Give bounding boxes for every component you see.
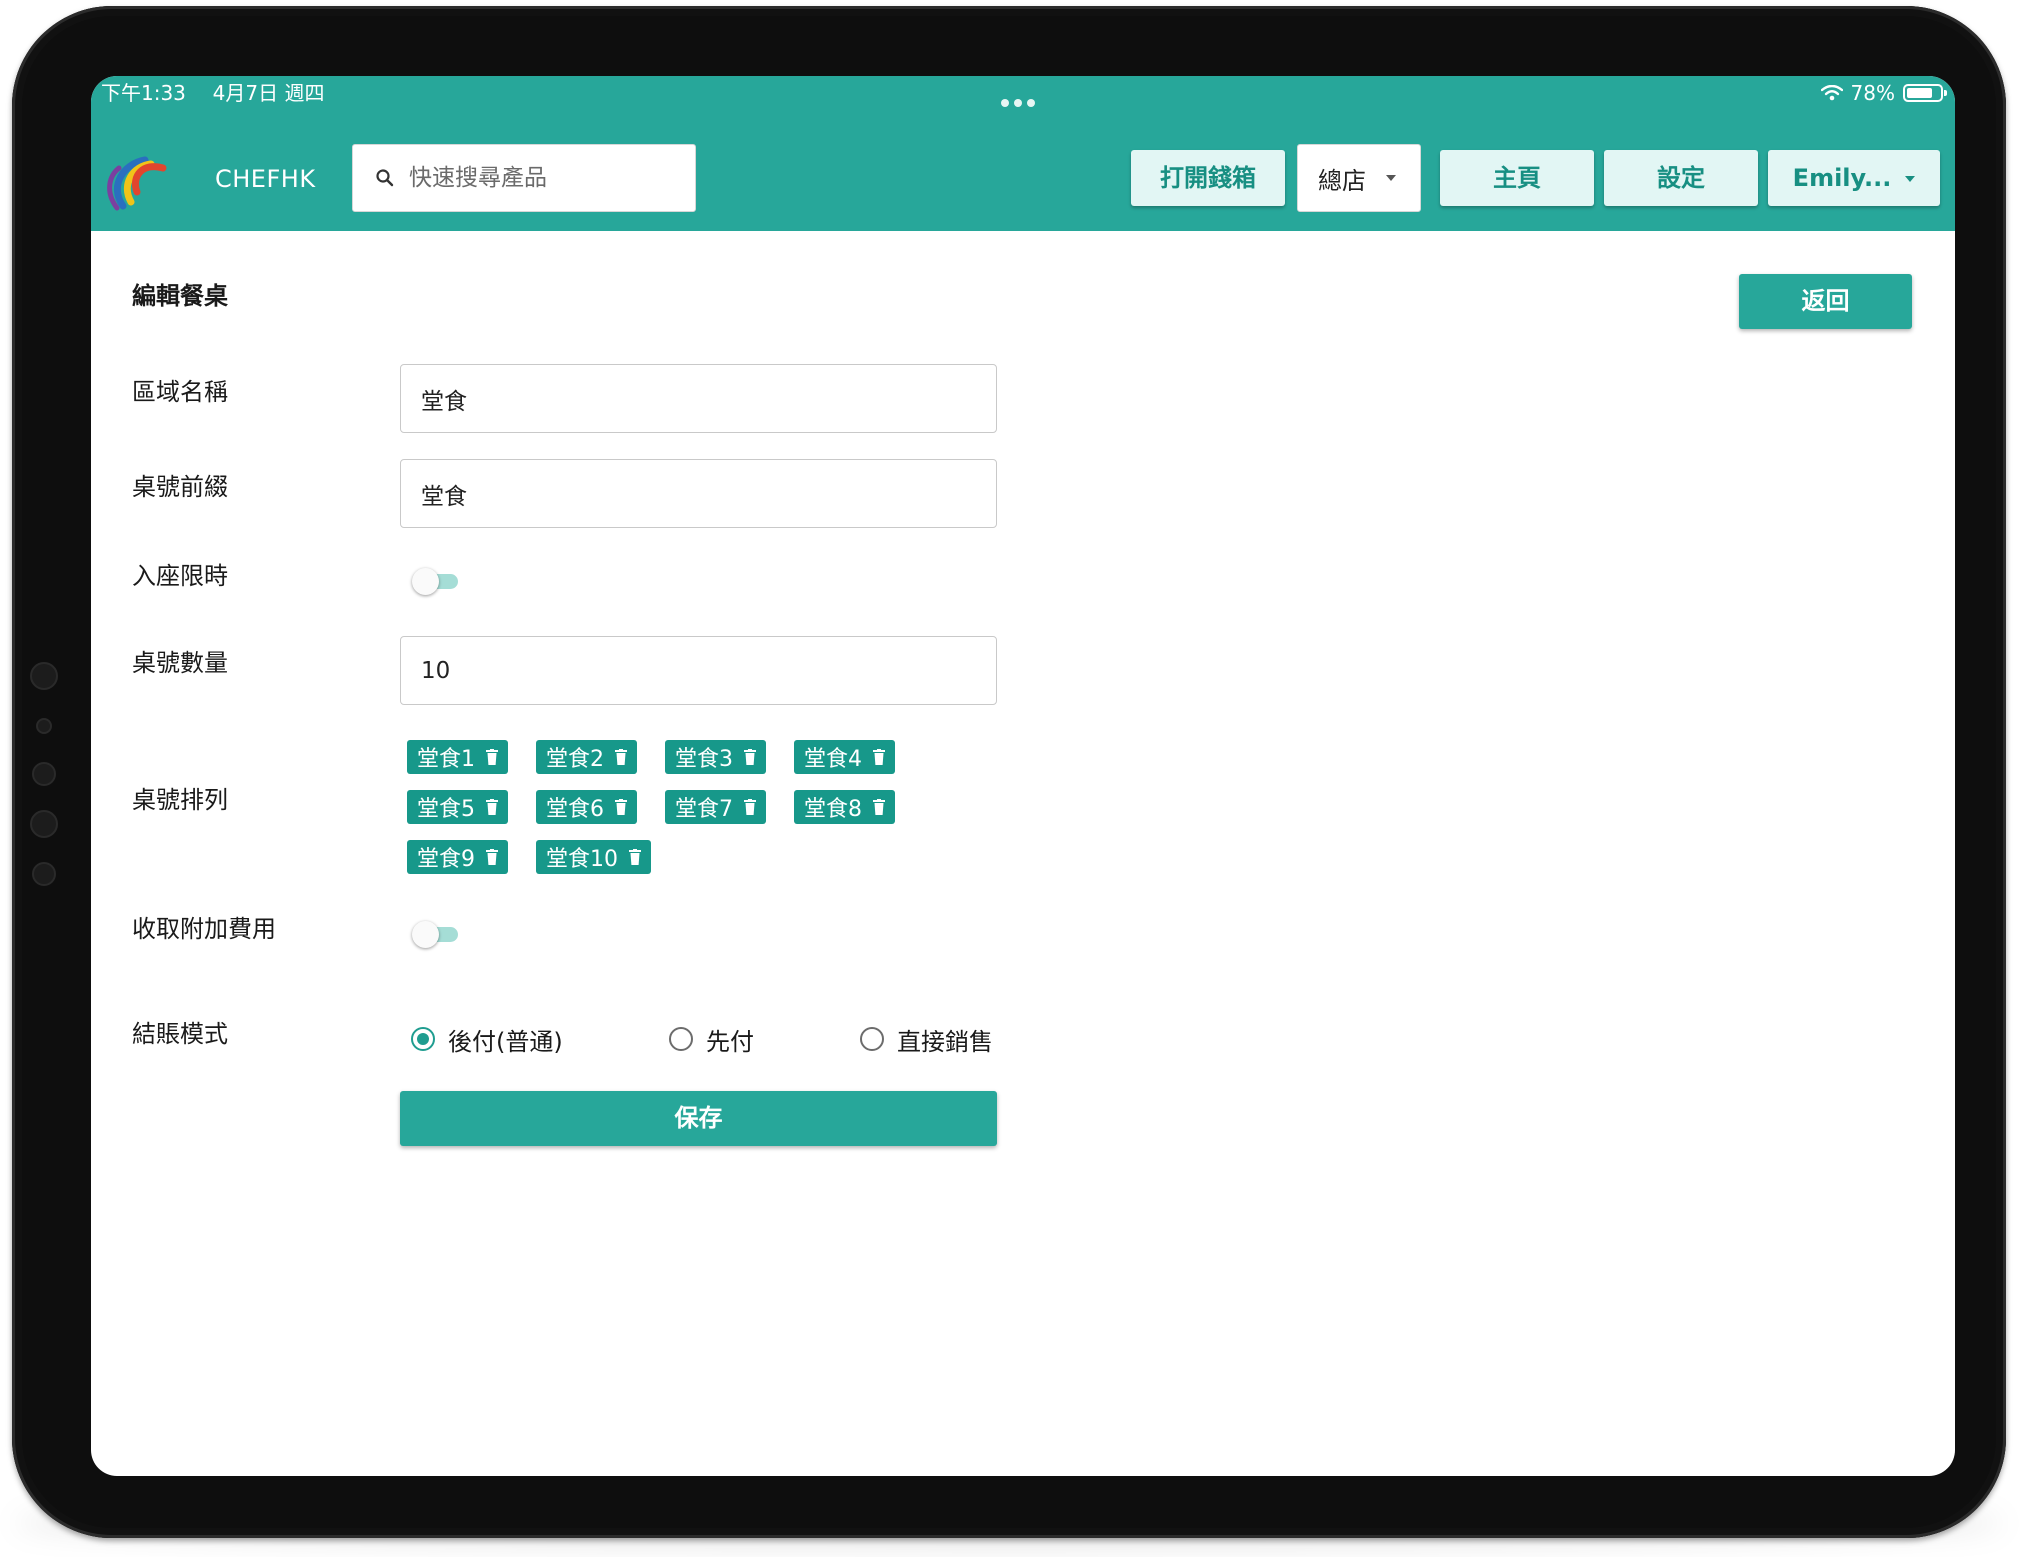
checkout-option-direct-sale[interactable]: 直接銷售 xyxy=(860,1023,993,1056)
table-chip-label: 堂食8 xyxy=(804,797,862,822)
store-select-value: 總店 xyxy=(1318,166,1366,195)
radio-button[interactable] xyxy=(860,1027,884,1051)
table-prefix-input[interactable] xyxy=(401,460,996,527)
table-count-field[interactable] xyxy=(400,636,997,705)
table-prefix-label: 桌號前綴 xyxy=(132,473,228,501)
trash-icon[interactable] xyxy=(744,799,756,815)
radio-label: 先付 xyxy=(706,1027,754,1056)
search-bar[interactable] xyxy=(352,144,696,212)
area-name-input[interactable] xyxy=(401,365,996,432)
open-cashbox-button[interactable]: 打開錢箱 xyxy=(1131,150,1285,206)
checkout-option-prepaid[interactable]: 先付 xyxy=(669,1023,754,1056)
trash-icon[interactable] xyxy=(744,749,756,765)
table-chip-label: 堂食10 xyxy=(546,847,618,872)
table-chip[interactable]: 堂食1 xyxy=(407,740,508,774)
table-chip[interactable]: 堂食10 xyxy=(536,840,651,874)
home-button[interactable]: 主頁 xyxy=(1440,150,1594,206)
trash-icon[interactable] xyxy=(873,799,885,815)
page-title: 編輯餐桌 xyxy=(132,282,228,310)
table-chip-label: 堂食6 xyxy=(546,797,604,822)
status-time: 下午1:33 xyxy=(101,81,186,105)
checkout-option-postpaid[interactable]: 後付(普通) xyxy=(411,1023,563,1056)
table-chip-label: 堂食2 xyxy=(546,747,604,772)
radio-label: 後付(普通) xyxy=(448,1027,563,1056)
table-prefix-field[interactable] xyxy=(400,459,997,528)
camera-sensor xyxy=(32,762,56,786)
status-bar-right: 78% xyxy=(1820,78,1947,108)
wifi-icon xyxy=(1820,85,1843,101)
time-limit-toggle[interactable] xyxy=(412,568,460,595)
radio-button[interactable] xyxy=(411,1027,435,1051)
trash-icon[interactable] xyxy=(873,749,885,765)
caret-down-icon xyxy=(1386,175,1396,181)
user-menu-button[interactable]: Emily... xyxy=(1768,150,1940,206)
extra-charge-toggle[interactable] xyxy=(412,921,460,948)
table-chip-label: 堂食9 xyxy=(417,847,475,872)
checkout-mode-label: 結賬模式 xyxy=(132,1020,228,1048)
area-name-field[interactable] xyxy=(400,364,997,433)
app-screen: 下午1:33 4月7日 週四 78% CHEFHK 快速搜尋產品 打開錢箱 總店… xyxy=(91,76,1955,1476)
table-chip[interactable]: 堂食5 xyxy=(407,790,508,824)
table-chip-label: 堂食7 xyxy=(675,797,733,822)
area-name-label: 區域名稱 xyxy=(132,378,228,406)
trash-icon[interactable] xyxy=(615,799,627,815)
table-chip[interactable]: 堂食7 xyxy=(665,790,766,824)
user-name: Emily... xyxy=(1792,164,1892,192)
table-chip[interactable]: 堂食9 xyxy=(407,840,508,874)
trash-icon[interactable] xyxy=(629,849,641,865)
battery-icon xyxy=(1903,84,1947,102)
table-chip[interactable]: 堂食6 xyxy=(536,790,637,824)
save-button[interactable]: 保存 xyxy=(400,1091,997,1146)
status-bar-left: 下午1:33 4月7日 週四 xyxy=(101,78,324,108)
search-icon xyxy=(375,168,395,188)
table-chip-label: 堂食5 xyxy=(417,797,475,822)
app-header: 下午1:33 4月7日 週四 78% CHEFHK 快速搜尋產品 打開錢箱 總店… xyxy=(91,76,1955,231)
table-chip-label: 堂食4 xyxy=(804,747,862,772)
trash-icon[interactable] xyxy=(486,849,498,865)
camera-sensor xyxy=(30,662,58,690)
status-date: 4月7日 週四 xyxy=(212,81,325,105)
camera-sensor xyxy=(30,810,58,838)
table-chip[interactable]: 堂食3 xyxy=(665,740,766,774)
radio-label: 直接銷售 xyxy=(897,1027,993,1056)
camera-sensor xyxy=(32,862,56,886)
tablet-frame: 下午1:33 4月7日 週四 78% CHEFHK 快速搜尋產品 打開錢箱 總店… xyxy=(12,6,2006,1538)
table-count-label: 桌號數量 xyxy=(132,649,228,677)
camera-sensor xyxy=(36,718,52,734)
back-button[interactable]: 返回 xyxy=(1739,274,1912,329)
table-chip[interactable]: 堂食4 xyxy=(794,740,895,774)
trash-icon[interactable] xyxy=(615,749,627,765)
search-input[interactable] xyxy=(407,164,681,192)
app-name: CHEFHK xyxy=(215,165,316,193)
settings-button[interactable]: 設定 xyxy=(1604,150,1758,206)
trash-icon[interactable] xyxy=(486,799,498,815)
trash-icon[interactable] xyxy=(486,749,498,765)
table-chip[interactable]: 堂食2 xyxy=(536,740,637,774)
multitasking-dots-icon[interactable] xyxy=(1001,92,1040,111)
extra-charge-label: 收取附加費用 xyxy=(132,915,276,943)
store-select[interactable]: 總店 xyxy=(1297,144,1421,212)
table-order-label: 桌號排列 xyxy=(132,786,228,814)
table-chip-label: 堂食3 xyxy=(675,747,733,772)
caret-down-icon xyxy=(1905,176,1916,182)
table-count-input[interactable] xyxy=(401,637,996,704)
radio-button[interactable] xyxy=(669,1027,693,1051)
battery-percent: 78% xyxy=(1850,81,1895,105)
logo-icon[interactable] xyxy=(101,146,173,212)
time-limit-label: 入座限時 xyxy=(132,562,228,590)
table-chip-label: 堂食1 xyxy=(417,747,475,772)
table-chip[interactable]: 堂食8 xyxy=(794,790,895,824)
